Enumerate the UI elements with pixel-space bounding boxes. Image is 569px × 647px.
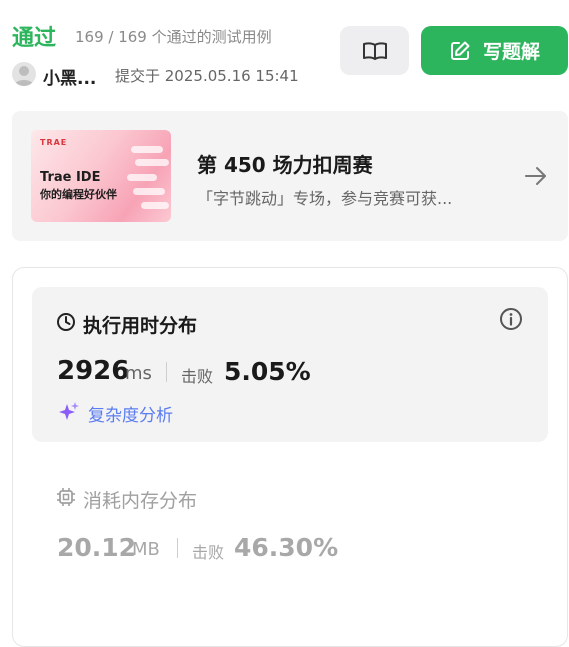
complexity-analysis-link[interactable]: 复杂度分析 [88,401,173,426]
avatar[interactable] [12,62,36,86]
sparkle-icon [57,400,81,428]
thumb-chip [131,146,163,153]
thumb-chip [127,174,157,181]
memory-unit: MB [132,539,160,560]
write-solution-button[interactable]: 写题解 [421,26,568,75]
thumb-title: Trae IDE [40,170,101,185]
info-icon[interactable] [499,307,523,335]
submission-time: 提交于 2025.05.16 15:41 [115,67,299,85]
arrow-right-icon [525,167,546,185]
divider [177,538,178,558]
banner-title: 第 450 场力扣周赛 [197,153,373,177]
memory-title[interactable]: 消耗内存分布 [83,486,197,513]
memory-beat-label: 击败 [192,543,225,562]
runtime-beat-label: 击败 [181,367,214,386]
notes-button[interactable] [340,26,409,75]
memory-value: 20.12 [57,533,137,562]
thumb-subtitle: 你的编程好伙伴 [40,188,117,201]
runtime-beat-value: 5.05% [224,357,311,386]
thumb-chip [141,202,169,209]
chip-icon [56,487,76,511]
banner-thumbnail: TRAE Trae IDE 你的编程好伙伴 [31,130,171,222]
banner-subtitle: 「字节跳动」专场，参与竞赛可获... [197,189,453,208]
edit-icon [450,41,470,60]
runtime-value: 2926 [57,356,130,386]
submission-status: 通过 [12,26,57,51]
test-cases-summary: 169 / 169 个通过的测试用例 [75,28,272,46]
avatar-icon [14,66,34,86]
write-solution-label: 写题解 [482,41,540,63]
runtime-title: 执行用时分布 [83,315,198,337]
thumb-chip [133,188,165,195]
book-open-icon [362,41,387,60]
divider [166,362,167,382]
runtime-unit: ms [125,363,152,384]
clock-icon [56,311,76,337]
thumb-chip [135,159,169,166]
thumb-brand: TRAE [40,138,68,147]
memory-beat-value: 46.30% [234,533,339,562]
banner-arrow[interactable] [523,164,549,192]
user-name[interactable]: 小黑... [43,64,96,89]
